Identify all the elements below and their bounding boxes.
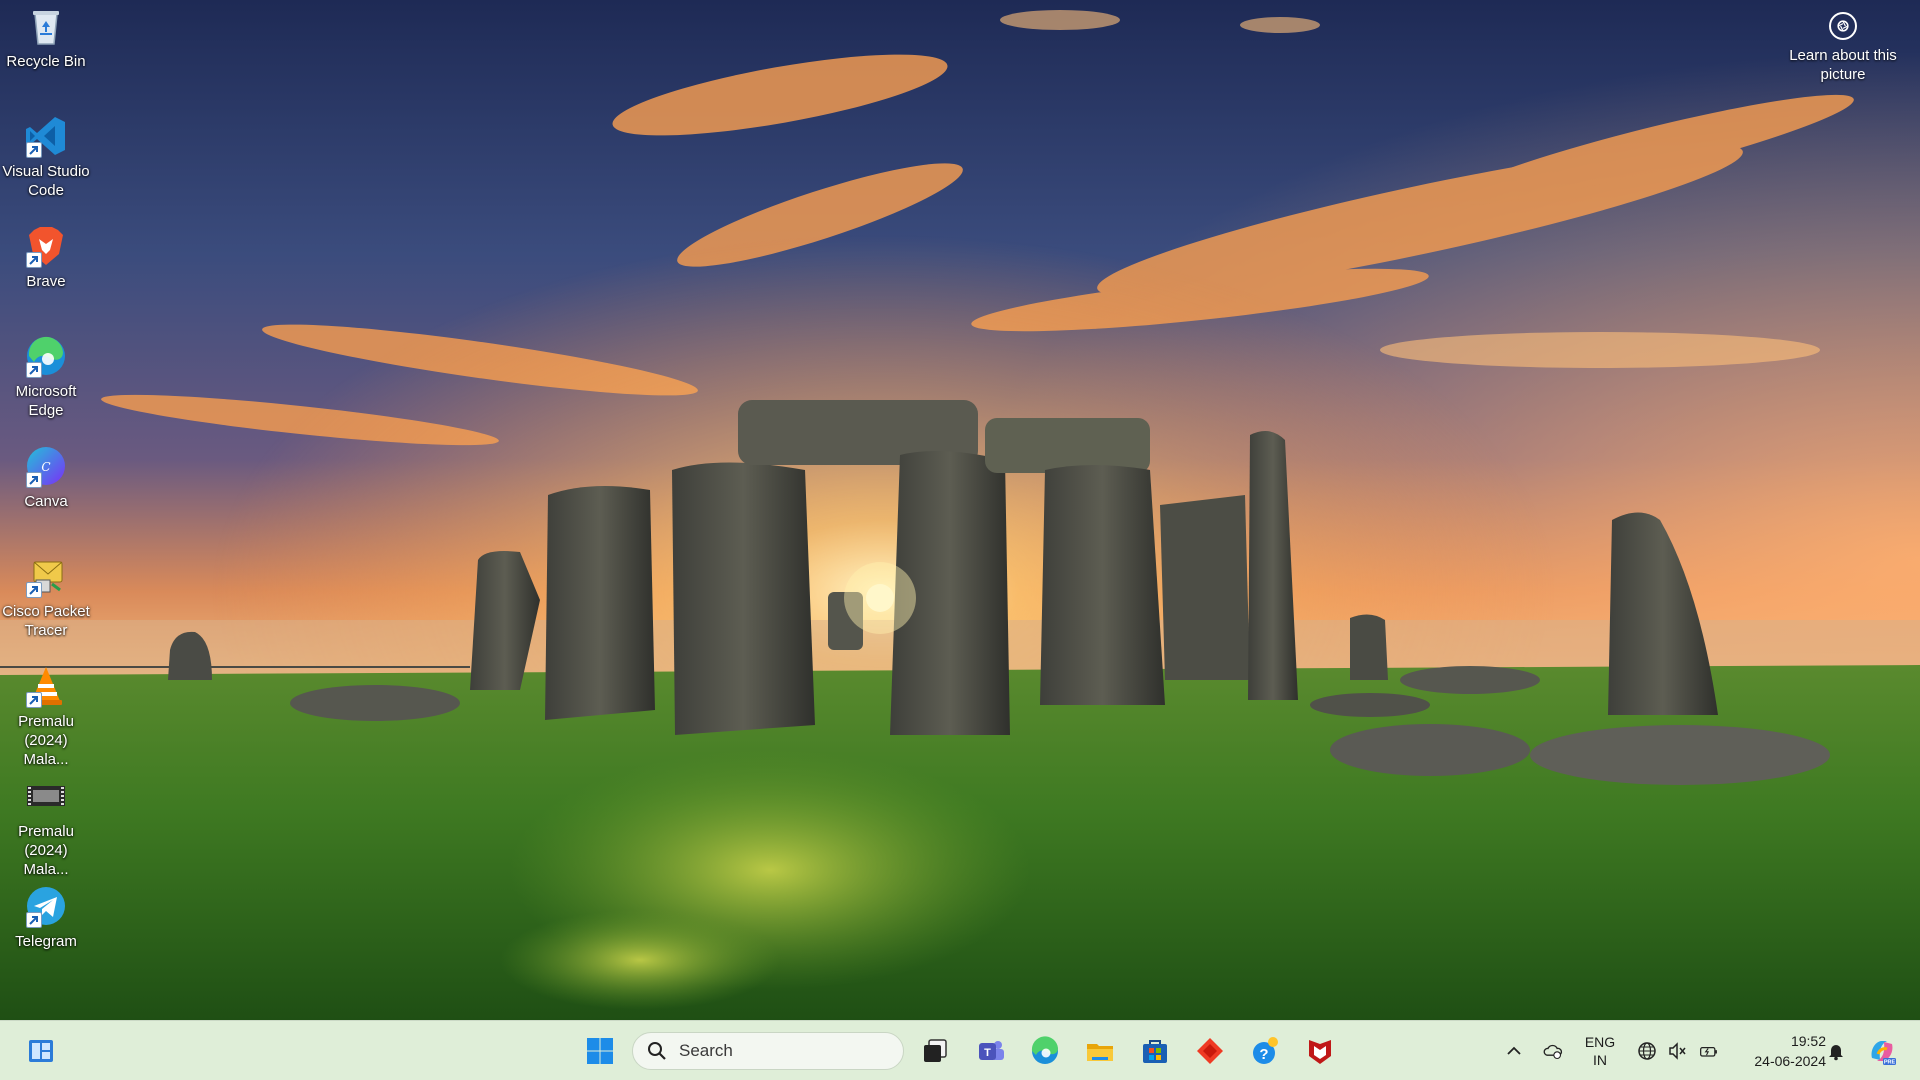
shortcut-arrow-icon <box>26 252 42 268</box>
widgets-button[interactable] <box>19 1029 63 1073</box>
onedrive-tray-button[interactable] <box>1538 1021 1568 1080</box>
desktop-icon-premalu-vlc[interactable]: Premalu (2024) Mala... <box>0 664 92 769</box>
network-button[interactable] <box>1636 1021 1658 1080</box>
task-view-button[interactable] <box>913 1029 957 1073</box>
desktop-icon-label: Brave <box>26 273 66 290</box>
search-icon <box>648 1042 666 1060</box>
language-code: ENG <box>1584 1034 1616 1050</box>
get-help-button[interactable]: ? <box>1243 1029 1287 1073</box>
mcafee-icon <box>1309 1040 1331 1064</box>
shortcut-arrow-icon <box>26 582 42 598</box>
widgets-icon <box>29 1040 53 1062</box>
desktop-icon-telegram[interactable]: Telegram <box>0 884 92 951</box>
svg-text:C: C <box>41 460 50 474</box>
svg-text:?: ? <box>1259 1046 1268 1063</box>
stonehenge-sunset-image <box>0 0 1920 1020</box>
shortcut-arrow-icon <box>26 692 42 708</box>
task-view-icon <box>924 1039 947 1062</box>
file-explorer-button[interactable] <box>1078 1029 1122 1073</box>
telegram-icon <box>24 884 68 928</box>
desktop-icon-brave[interactable]: Brave <box>0 224 92 291</box>
learn-about-picture-label: Learn about this picture <box>1789 47 1897 83</box>
edge-taskbar-button[interactable] <box>1023 1029 1067 1073</box>
volume-button[interactable] <box>1666 1021 1688 1080</box>
language-region: IN <box>1593 1052 1607 1068</box>
shortcut-arrow-icon <box>26 912 42 928</box>
desktop-icon-recycle-bin[interactable]: Recycle Bin <box>0 4 92 71</box>
get-help-icon: ? <box>1253 1037 1278 1064</box>
start-button[interactable] <box>578 1029 622 1073</box>
copilot-button[interactable]: PRE <box>1862 1021 1902 1080</box>
shortcut-arrow-icon <box>26 142 42 158</box>
desktop-icon-label: Premalu (2024) Mala... <box>18 713 74 768</box>
microsoft-store-button[interactable] <box>1133 1029 1177 1073</box>
shortcut-arrow-icon <box>26 362 42 378</box>
packet-tracer-icon <box>24 554 68 598</box>
shortcut-arrow-icon <box>26 472 42 488</box>
canva-icon: C <box>24 444 68 488</box>
desktop-wallpaper[interactable] <box>0 0 1920 1020</box>
chevron-up-icon <box>1507 1046 1521 1055</box>
start-icon <box>587 1038 613 1064</box>
svg-text:T: T <box>984 1047 991 1059</box>
vscode-icon <box>24 114 68 158</box>
desktop-icon-label: Cisco Packet Tracer <box>2 603 90 639</box>
vlc-icon <box>24 664 68 708</box>
anydesk-icon <box>1197 1038 1223 1064</box>
brave-icon <box>24 224 68 268</box>
desktop-icon-packet-tracer[interactable]: Cisco Packet Tracer <box>0 554 92 640</box>
taskbar-search-box[interactable]: Search <box>632 1032 904 1070</box>
recycle-bin-icon <box>24 4 68 48</box>
video-file-icon <box>24 774 68 818</box>
battery-charging-icon <box>1700 1047 1717 1057</box>
teams-icon: T <box>979 1041 1004 1060</box>
show-hidden-icons-button[interactable] <box>1500 1021 1528 1080</box>
onedrive-sync-icon <box>1543 1044 1563 1060</box>
microsoft-store-icon <box>1143 1040 1167 1063</box>
volume-muted-icon <box>1669 1042 1686 1060</box>
copilot-icon: PRE <box>1871 1041 1896 1066</box>
mcafee-button[interactable] <box>1298 1029 1342 1073</box>
desktop-icon-label: Visual Studio Code <box>2 163 90 199</box>
clock-date: 24-06-2024 <box>1754 1053 1826 1069</box>
svg-text:PRE: PRE <box>1884 1060 1896 1066</box>
teams-button[interactable]: T <box>969 1029 1013 1073</box>
bell-icon <box>1829 1045 1843 1061</box>
desktop-icon-label: Recycle Bin <box>6 53 86 70</box>
clock-time: 19:52 <box>1790 1033 1826 1049</box>
edge-icon <box>1031 1036 1058 1064</box>
desktop-icon-label: Premalu (2024) Mala... <box>18 823 74 878</box>
battery-button[interactable] <box>1696 1021 1722 1080</box>
notifications-button[interactable] <box>1824 1021 1848 1080</box>
camera-aperture-icon <box>1829 12 1857 40</box>
desktop-icon-label: Canva <box>24 493 68 510</box>
file-explorer-icon <box>1087 1044 1113 1061</box>
desktop-icon-premalu-video[interactable]: Premalu (2024) Mala... <box>0 774 92 879</box>
anydesk-button[interactable] <box>1188 1029 1232 1073</box>
taskbar: Search T ? ENG IN 19:52 24-06-2024 PRE <box>0 1020 1920 1080</box>
clock-button[interactable]: 19:52 24-06-2024 <box>1730 1021 1826 1080</box>
globe-icon <box>1638 1042 1656 1060</box>
input-language-button[interactable]: ENG IN <box>1576 1021 1624 1080</box>
desktop-icon-vscode[interactable]: Visual Studio Code <box>0 114 92 200</box>
edge-icon <box>24 334 68 378</box>
search-label: Search <box>679 1041 733 1060</box>
desktop-icon-label: Telegram <box>15 933 77 950</box>
desktop-icon-canva[interactable]: C Canva <box>0 444 92 511</box>
desktop-icon-edge[interactable]: Microsoft Edge <box>0 334 92 420</box>
learn-about-picture-button[interactable]: Learn about this picture <box>1778 12 1908 84</box>
desktop-icon-label: Microsoft Edge <box>15 383 77 419</box>
